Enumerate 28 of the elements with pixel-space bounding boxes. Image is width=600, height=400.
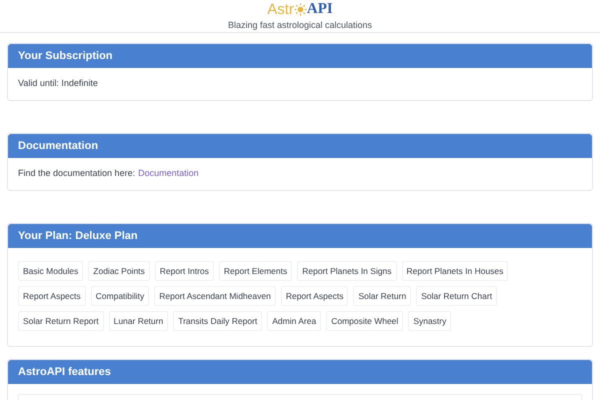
module-tag: Solar Return Chart bbox=[416, 286, 498, 306]
module-tag: Composite Wheel bbox=[326, 311, 404, 331]
sun-icon bbox=[294, 3, 307, 16]
module-tag: Report Intros bbox=[154, 261, 214, 281]
card-header: Your Plan: Deluxe Plan bbox=[8, 224, 592, 248]
module-tag: Solar Return bbox=[353, 286, 412, 306]
module-tag: Compatibility bbox=[90, 286, 150, 306]
documentation-link[interactable]: Documentation bbox=[138, 167, 199, 181]
module-tag: Admin Area bbox=[267, 311, 322, 331]
module-tag: Lunar Return bbox=[108, 311, 168, 331]
documentation-text: Find the documentation here: bbox=[18, 167, 136, 180]
module-tag: Report Planets In Signs bbox=[297, 261, 397, 281]
module-tag: Report Elements bbox=[218, 261, 292, 281]
validity-text: Valid until: Indefinite bbox=[18, 77, 98, 90]
module-tag: Synastry bbox=[408, 311, 452, 331]
module-tag: Report Aspects bbox=[280, 286, 348, 306]
card-header: AstroAPI features bbox=[8, 360, 592, 384]
module-tag: Basic Modules bbox=[18, 261, 84, 281]
module-tag: Zodiac Points bbox=[88, 261, 150, 281]
module-tag: Transits Daily Report bbox=[173, 311, 262, 331]
card-header: Your Subscription bbox=[8, 44, 592, 68]
module-tag: Solar Return Report bbox=[18, 311, 104, 331]
module-tag: Report Ascendant Midheaven bbox=[154, 286, 276, 306]
module-tag: Report Aspects bbox=[18, 286, 86, 306]
logo: Astr API bbox=[267, 2, 333, 17]
module-tag: Report Planets In Houses bbox=[402, 261, 508, 281]
tagline: Blazing fast astrological calculations bbox=[228, 19, 372, 32]
card-header: Documentation bbox=[8, 134, 592, 158]
